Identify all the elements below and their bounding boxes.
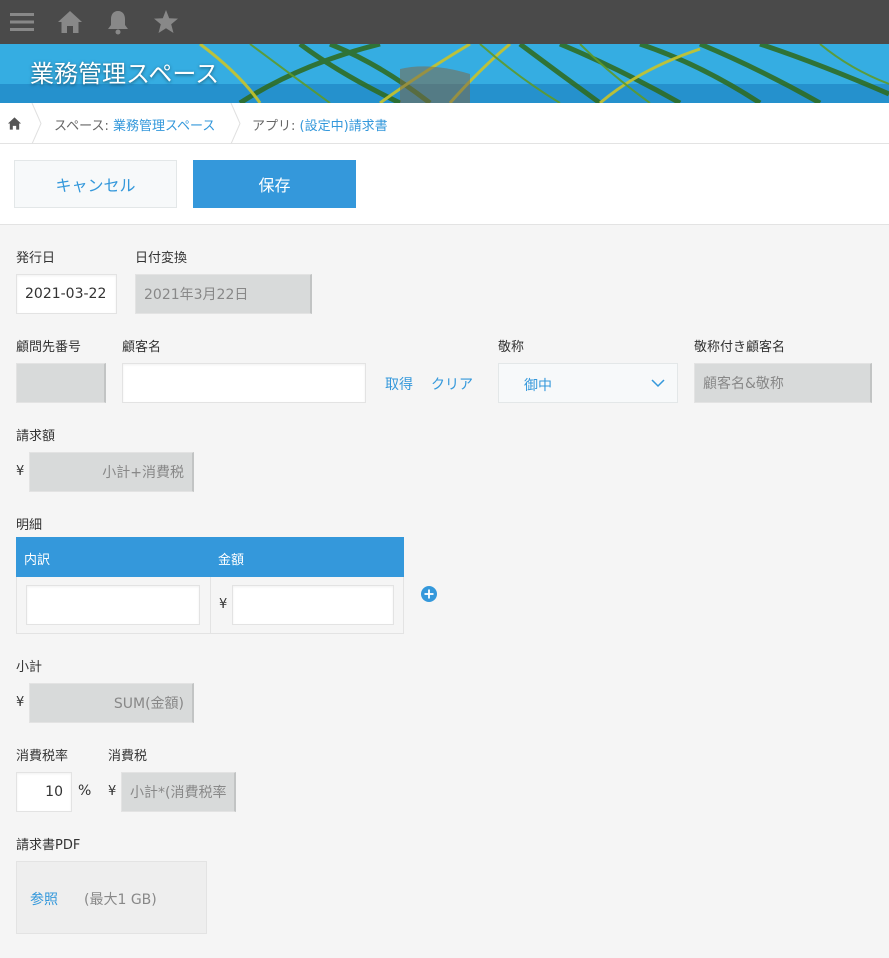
add-row-icon[interactable] (420, 585, 438, 603)
breadcrumb-app: アプリ: (設定中)請求書 (252, 119, 388, 134)
customer-name-label: 顧客名 (122, 340, 162, 355)
clear-link[interactable]: クリア (431, 374, 473, 394)
customer-name-input[interactable] (122, 363, 366, 403)
cancel-button[interactable]: キャンセル (14, 160, 177, 208)
issue-date-label: 発行日 (16, 251, 56, 266)
tax-rate-input[interactable]: 10 (16, 772, 72, 812)
date-convert-label: 日付変換 (135, 251, 188, 266)
customer-with-honorific-field: 顧客名&敬称 (694, 363, 872, 403)
issue-date-input[interactable]: 2021-03-22 (16, 274, 117, 314)
item-input[interactable] (26, 585, 200, 625)
date-convert-field: 2021年3月22日 (135, 274, 312, 314)
notification-bell-icon[interactable] (104, 8, 132, 36)
save-button[interactable]: 保存 (193, 160, 356, 208)
fetch-link[interactable]: 取得 (385, 374, 413, 394)
amount-currency: ¥ (219, 597, 228, 612)
customer-number-label: 顧問先番号 (16, 340, 82, 355)
subtotal-label: 小計 (16, 660, 43, 675)
space-title: 業務管理スペース (30, 60, 220, 88)
honorific-label: 敬称 (498, 340, 525, 355)
breadcrumb-app-link[interactable]: (設定中)請求書 (300, 119, 388, 134)
customer-number-field (16, 363, 106, 403)
percent-symbol: % (78, 783, 92, 799)
tax-field: 小計*(消費税率 (121, 772, 236, 812)
column-header-amount: 金額 (218, 553, 245, 568)
tax-rate-label: 消費税率 (16, 749, 69, 764)
record-toolbar: キャンセル 保存 (0, 144, 889, 225)
space-banner: 業務管理スペース (0, 44, 889, 103)
breadcrumb: スペース: 業務管理スペース アプリ: (設定中)請求書 (0, 103, 889, 144)
table-row: ¥ (16, 577, 404, 634)
column-header-item: 内訳 (24, 553, 51, 568)
tax-label: 消費税 (108, 749, 148, 764)
subtotal-currency: ¥ (16, 695, 25, 710)
breadcrumb-home-icon[interactable] (7, 116, 22, 131)
billing-amount-field: 小計+消費税 (29, 452, 194, 492)
details-label: 明細 (16, 518, 43, 533)
billing-amount-label: 請求額 (16, 429, 56, 444)
honorific-selected-value: 御中 (524, 378, 552, 394)
breadcrumb-space: スペース: 業務管理スペース (54, 119, 216, 134)
billing-amount-currency: ¥ (16, 464, 25, 479)
breadcrumb-separator (31, 103, 42, 144)
browse-button[interactable]: 参照 (30, 889, 58, 909)
column-divider (210, 577, 211, 633)
customer-with-honorific-label: 敬称付き顧客名 (694, 340, 786, 355)
breadcrumb-separator (230, 103, 241, 144)
chevron-down-icon (651, 379, 665, 388)
file-upload-area: 参照 (最大1 GB) (16, 861, 207, 934)
favorite-star-icon[interactable] (152, 8, 180, 36)
invoice-pdf-label: 請求書PDF (16, 838, 81, 853)
max-size-note: (最大1 GB) (84, 892, 157, 908)
subtotal-field: SUM(金額) (29, 683, 194, 723)
amount-input[interactable] (232, 585, 394, 625)
global-header (0, 0, 889, 44)
home-icon[interactable] (56, 8, 84, 36)
details-table-header: 内訳 金額 (16, 537, 404, 577)
honorific-select[interactable]: 御中 (498, 363, 678, 403)
menu-icon[interactable] (8, 8, 36, 36)
tax-currency: ¥ (108, 784, 117, 799)
breadcrumb-space-link[interactable]: 業務管理スペース (113, 119, 215, 134)
